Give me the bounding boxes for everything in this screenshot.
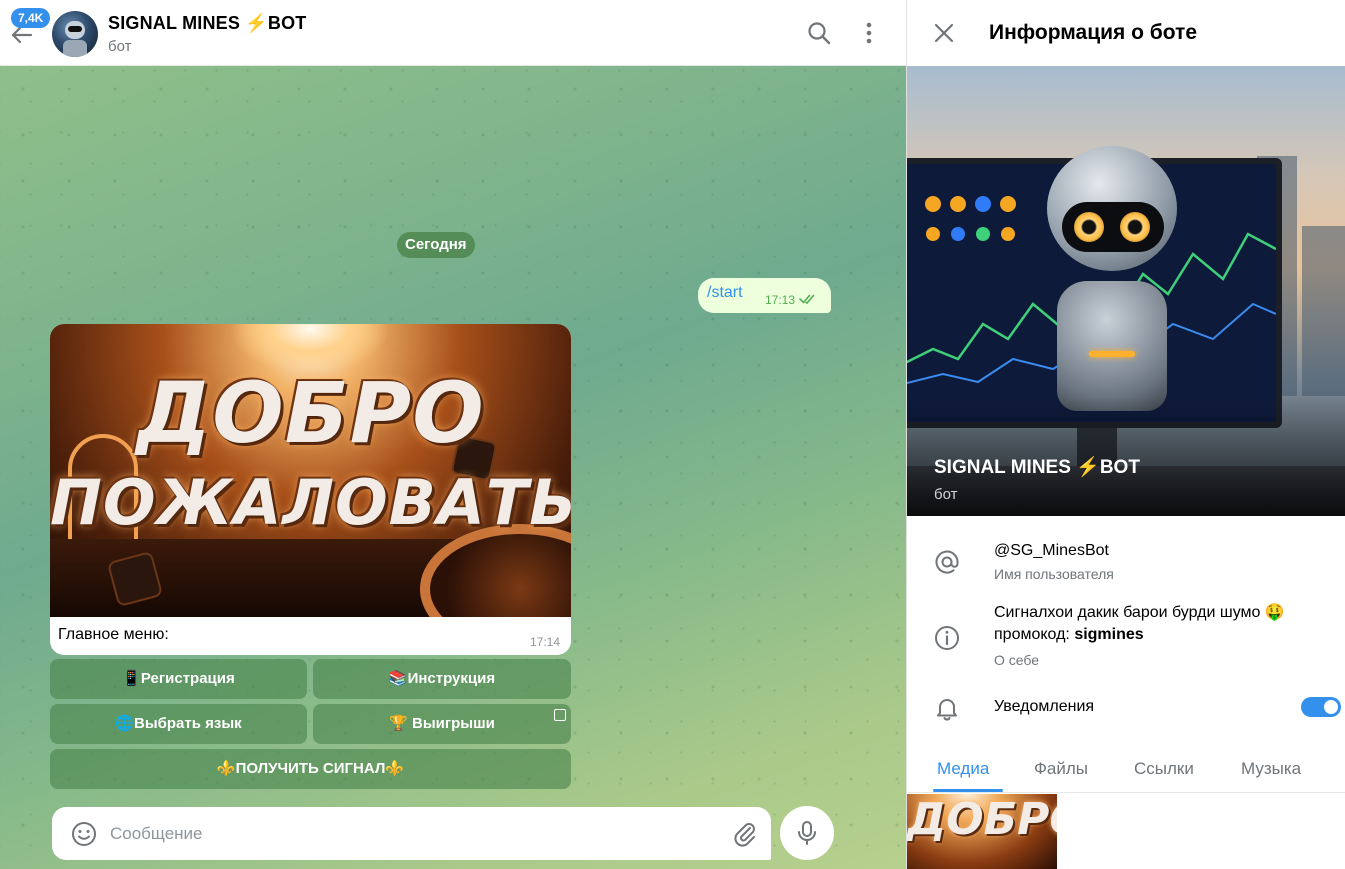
keyboard-button-winnings-label: 🏆 Выигрыши bbox=[389, 715, 495, 732]
tab-links[interactable]: Ссылки bbox=[1134, 759, 1194, 779]
keyboard-button-language[interactable]: 🌐Выбрать язык bbox=[50, 704, 307, 744]
bot-username[interactable]: @SG_MinesBot bbox=[994, 540, 1109, 562]
chat-header[interactable]: 7,4K SIGNAL MINES ⚡BOT бот bbox=[0, 0, 906, 66]
chat-subtitle: бот bbox=[108, 38, 132, 55]
bot-profile-subtitle: бот bbox=[934, 486, 958, 503]
tab-media[interactable]: Медиа bbox=[937, 759, 989, 779]
keyboard-button-winnings[interactable]: 🏆 Выигрыши bbox=[313, 704, 571, 744]
message-composer[interactable] bbox=[52, 807, 771, 860]
outgoing-message[interactable]: /start 17:13 bbox=[698, 278, 831, 313]
keyboard-button-registration[interactable]: 📱Регистрация bbox=[50, 659, 307, 699]
notifications-toggle[interactable] bbox=[1301, 697, 1341, 717]
media-thumbnail-text: ДОБРО bbox=[907, 794, 1057, 845]
tab-music[interactable]: Музыка bbox=[1241, 759, 1301, 779]
microphone-icon bbox=[798, 821, 816, 845]
promo-code: sigmines bbox=[1074, 626, 1144, 643]
bell-icon bbox=[937, 699, 957, 721]
tab-files[interactable]: Файлы bbox=[1034, 759, 1088, 779]
chat-title[interactable]: SIGNAL MINES ⚡BOT bbox=[108, 13, 307, 34]
paperclip-icon[interactable] bbox=[731, 819, 759, 847]
promo-prefix: промокод: bbox=[994, 626, 1075, 643]
emoji-icon[interactable] bbox=[70, 820, 98, 848]
shared-media-tabs: Медиа Файлы Ссылки Музыка bbox=[907, 746, 1345, 793]
more-vertical-icon[interactable] bbox=[855, 19, 883, 47]
welcome-image-text-line1: ДОБРО bbox=[136, 364, 485, 462]
voice-record-button[interactable] bbox=[780, 806, 834, 860]
about-line: Сигналхои дакик барои бурди шумо 🤑 bbox=[994, 604, 1285, 621]
outgoing-message-text[interactable]: /start bbox=[707, 284, 743, 302]
about-label: О себе bbox=[994, 652, 1040, 668]
date-divider: Сегодня bbox=[397, 232, 475, 258]
message-input[interactable] bbox=[110, 817, 710, 851]
unread-count-badge: 7,4K bbox=[11, 8, 51, 28]
close-icon[interactable] bbox=[931, 20, 957, 46]
bot-info-panel: Информация о боте SIGNAL MINES ⚡BOT бот bbox=[906, 0, 1345, 869]
keyboard-button-get-signal[interactable]: ⚜️ПОЛУЧИТЬ СИГНАЛ⚜️ bbox=[50, 749, 571, 789]
keyboard-button-instructions[interactable]: 📚Инструкция bbox=[313, 659, 571, 699]
at-sign-icon bbox=[935, 550, 959, 574]
welcome-image[interactable]: ДОБРО ПОЖАЛОВАТЬ bbox=[50, 324, 571, 617]
outgoing-message-time: 17:13 bbox=[765, 293, 796, 307]
active-tab-indicator bbox=[933, 789, 1003, 792]
notifications-label: Уведомления bbox=[994, 698, 1095, 715]
about-text: Сигналхои дакик барои бурди шумо 🤑 промо… bbox=[994, 602, 1285, 646]
info-panel-title: Информация о боте bbox=[989, 21, 1198, 44]
bot-profile-photo[interactable]: SIGNAL MINES ⚡BOT бот bbox=[907, 66, 1345, 516]
search-icon[interactable] bbox=[805, 19, 833, 47]
double-check-icon bbox=[799, 294, 815, 304]
username-label: Имя пользователя bbox=[994, 566, 1114, 582]
welcome-image-text-line2: ПОЖАЛОВАТЬ bbox=[50, 466, 571, 539]
media-thumbnail[interactable]: ДОБРО bbox=[907, 794, 1057, 869]
bot-avatar[interactable] bbox=[52, 11, 98, 57]
chat-pane: 7,4K SIGNAL MINES ⚡BOT бот Сегодня /star… bbox=[0, 0, 906, 869]
incoming-message[interactable]: ДОБРО ПОЖАЛОВАТЬ Главное меню: 17:14 bbox=[50, 324, 571, 655]
checkbox-icon bbox=[554, 709, 566, 721]
message-caption: Главное меню: bbox=[58, 626, 169, 643]
bot-profile-name: SIGNAL MINES ⚡BOT bbox=[934, 457, 1140, 478]
robot-body-image bbox=[1057, 281, 1167, 411]
incoming-message-time: 17:14 bbox=[529, 635, 560, 649]
info-icon bbox=[935, 626, 959, 650]
info-header: Информация о боте bbox=[907, 0, 1345, 66]
